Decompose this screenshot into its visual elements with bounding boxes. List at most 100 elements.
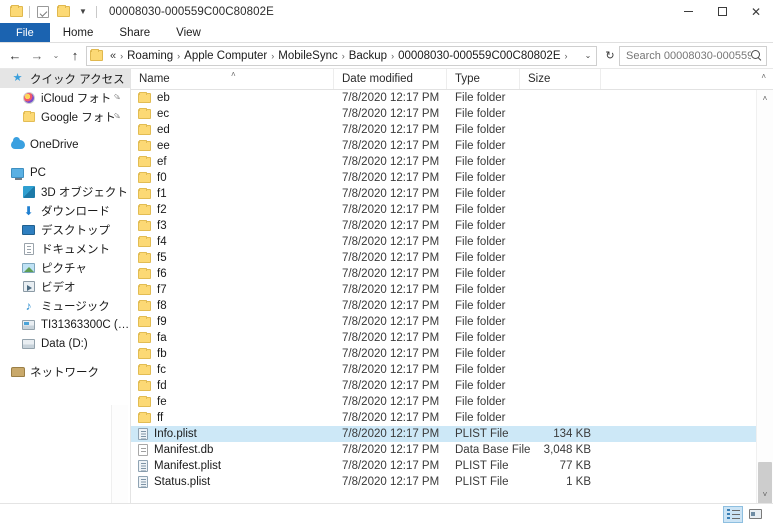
sidebar-item-13[interactable]: Data (D:) bbox=[0, 334, 130, 353]
table-row[interactable]: Manifest.plist 7/8/2020 12:17 PM PLIST Fil… bbox=[131, 458, 773, 474]
sidebar-item-0[interactable]: ★ クイック アクセス bbox=[0, 69, 130, 88]
breadcrumb-item-apple-computer[interactable]: Apple Computer bbox=[181, 50, 270, 62]
column-header-size[interactable]: Size bbox=[520, 69, 601, 89]
file-name: fa bbox=[157, 332, 167, 344]
table-row[interactable]: ec 7/8/2020 12:17 PM File folder bbox=[131, 106, 773, 122]
navigation-scrollbar[interactable]: ⌄ bbox=[111, 405, 128, 503]
table-row[interactable]: Status.plist 7/8/2020 12:17 PM PLIST File 1… bbox=[131, 474, 773, 490]
table-row[interactable]: ed 7/8/2020 12:17 PM File folder bbox=[131, 122, 773, 138]
breadcrumb-item-device[interactable]: 00008030-000559C00C80802E bbox=[395, 50, 563, 62]
cell-size: 1 KB bbox=[566, 476, 591, 488]
table-row[interactable]: f5 7/8/2020 12:17 PM File folder bbox=[131, 250, 773, 266]
sidebar-item-14[interactable]: ネットワーク bbox=[0, 362, 130, 381]
sidebar-item-10[interactable]: ビデオ bbox=[0, 277, 130, 296]
table-row[interactable]: Manifest.db 7/8/2020 12:17 PM Data Base Fi… bbox=[131, 442, 773, 458]
recent-locations-icon[interactable]: ⌄ bbox=[48, 45, 64, 67]
address-dropdown-icon[interactable]: ⌄ bbox=[580, 51, 596, 60]
large-icons-view-button[interactable] bbox=[745, 506, 765, 523]
close-button[interactable]: ✕ bbox=[739, 0, 773, 23]
tab-file[interactable]: File bbox=[0, 23, 50, 42]
table-row[interactable]: f1 7/8/2020 12:17 PM File folder bbox=[131, 186, 773, 202]
cell-type: PLIST File bbox=[455, 476, 509, 488]
sidebar-item-5[interactable]: 3D オブジェクト bbox=[0, 182, 130, 201]
table-row[interactable]: ee 7/8/2020 12:17 PM File folder bbox=[131, 138, 773, 154]
cell-name: f4 bbox=[131, 236, 334, 248]
column-header-name[interactable]: Name ˄ bbox=[131, 69, 334, 89]
scroll-down-icon[interactable]: ˅ bbox=[757, 486, 773, 503]
column-header-date-modified[interactable]: Date modified bbox=[334, 69, 447, 89]
search-icon[interactable] bbox=[751, 50, 762, 61]
file-list-scrollbar[interactable]: ˄ ˅ bbox=[756, 90, 773, 503]
cell-date-modified: 7/8/2020 12:17 PM bbox=[342, 364, 440, 376]
table-row[interactable]: f6 7/8/2020 12:17 PM File folder bbox=[131, 266, 773, 282]
cell-name: Info.plist bbox=[131, 428, 334, 440]
sidebar-item-label: TI31363300C (C:) bbox=[41, 318, 130, 331]
breadcrumb-separator[interactable]: › bbox=[564, 51, 569, 61]
search-input[interactable]: Search 00008030-000559C00C... bbox=[619, 45, 767, 66]
sidebar-item-label: PC bbox=[30, 166, 46, 179]
sidebar-item-9[interactable]: ピクチャ bbox=[0, 258, 130, 277]
breadcrumb-item-backup[interactable]: Backup bbox=[346, 50, 390, 62]
file-rows-container[interactable]: eb 7/8/2020 12:17 PM File folder ec 7/8/2020… bbox=[131, 90, 773, 503]
tab-share[interactable]: Share bbox=[106, 23, 163, 42]
new-folder-icon[interactable] bbox=[53, 2, 73, 22]
table-row[interactable]: eb 7/8/2020 12:17 PM File folder bbox=[131, 90, 773, 106]
up-button[interactable]: ↑ bbox=[64, 45, 86, 67]
column-header-type[interactable]: Type bbox=[447, 69, 520, 89]
sidebar-item-3[interactable]: OneDrive bbox=[0, 135, 130, 154]
properties-icon[interactable] bbox=[33, 2, 53, 22]
save-icon[interactable] bbox=[6, 2, 26, 22]
file-name: f8 bbox=[157, 300, 167, 312]
table-row[interactable]: f0 7/8/2020 12:17 PM File folder bbox=[131, 170, 773, 186]
sidebar-item-label: ビデオ bbox=[41, 281, 76, 294]
forward-button[interactable]: → bbox=[26, 45, 48, 67]
breadcrumb[interactable]: « › Roaming › Apple Computer › MobileSyn… bbox=[86, 45, 597, 66]
breadcrumb-item-mobilesync[interactable]: MobileSync bbox=[275, 50, 340, 62]
file-name: f3 bbox=[157, 220, 167, 232]
sidebar-item-7[interactable]: デスクトップ bbox=[0, 220, 130, 239]
pin-icon[interactable]: ✑ bbox=[111, 91, 123, 104]
sidebar-item-2[interactable]: Google フォト ✑ bbox=[0, 107, 130, 126]
chevron-down-icon[interactable]: ▼ bbox=[73, 2, 93, 22]
sidebar-item-6[interactable]: ⬇ ダウンロード bbox=[0, 201, 130, 220]
table-row[interactable]: f8 7/8/2020 12:17 PM File folder bbox=[131, 298, 773, 314]
table-row[interactable]: fb 7/8/2020 12:17 PM File folder bbox=[131, 346, 773, 362]
tab-view[interactable]: View bbox=[163, 23, 214, 42]
cell-date-modified: 7/8/2020 12:17 PM bbox=[342, 380, 440, 392]
table-row[interactable]: f7 7/8/2020 12:17 PM File folder bbox=[131, 282, 773, 298]
table-row[interactable]: ef 7/8/2020 12:17 PM File folder bbox=[131, 154, 773, 170]
sidebar-item-1[interactable]: iCloud フォト ✑ bbox=[0, 88, 130, 107]
file-name: Manifest.db bbox=[154, 444, 214, 456]
scroll-up-icon[interactable]: ˄ bbox=[757, 90, 773, 107]
details-view-button[interactable] bbox=[723, 505, 743, 523]
sidebar-item-4[interactable]: PC bbox=[0, 163, 130, 182]
maximize-button[interactable] bbox=[705, 0, 739, 23]
breadcrumb-item-roaming[interactable]: Roaming bbox=[124, 50, 176, 62]
table-row[interactable]: Info.plist 7/8/2020 12:17 PM PLIST File 134… bbox=[131, 426, 773, 442]
minimize-button[interactable] bbox=[671, 0, 705, 23]
sidebar-item-label: Google フォト bbox=[41, 111, 116, 124]
refresh-icon[interactable]: ↻ bbox=[601, 49, 619, 62]
table-row[interactable]: ff 7/8/2020 12:17 PM File folder bbox=[131, 410, 773, 426]
table-row[interactable]: f2 7/8/2020 12:17 PM File folder bbox=[131, 202, 773, 218]
table-row[interactable]: fc 7/8/2020 12:17 PM File folder bbox=[131, 362, 773, 378]
back-button[interactable]: ← bbox=[4, 45, 26, 67]
table-row[interactable]: fd 7/8/2020 12:17 PM File folder bbox=[131, 378, 773, 394]
navigation-pane: ★ クイック アクセス iCloud フォト ✑ Google フォト ✑ OneDrive… bbox=[0, 69, 131, 503]
folder-icon bbox=[138, 316, 151, 327]
file-name: f6 bbox=[157, 268, 167, 280]
table-row[interactable]: fe 7/8/2020 12:17 PM File folder bbox=[131, 394, 773, 410]
file-list-pane: Name ˄ Date modified Type Size ˄ eb 7/8/2… bbox=[131, 69, 773, 503]
tab-home[interactable]: Home bbox=[50, 23, 107, 42]
sidebar-item-11[interactable]: ♪ ミュージック bbox=[0, 296, 130, 315]
cell-type: Data Base File bbox=[455, 444, 531, 456]
table-row[interactable]: f3 7/8/2020 12:17 PM File folder bbox=[131, 218, 773, 234]
table-row[interactable]: f9 7/8/2020 12:17 PM File folder bbox=[131, 314, 773, 330]
file-name: ed bbox=[157, 124, 170, 136]
breadcrumb-overflow-icon[interactable]: « bbox=[107, 50, 119, 62]
table-row[interactable]: fa 7/8/2020 12:17 PM File folder bbox=[131, 330, 773, 346]
sidebar-item-12[interactable]: TI31363300C (C:) bbox=[0, 315, 130, 334]
sidebar-item-8[interactable]: ドキュメント bbox=[0, 239, 130, 258]
cell-type: File folder bbox=[455, 124, 506, 136]
table-row[interactable]: f4 7/8/2020 12:17 PM File folder bbox=[131, 234, 773, 250]
